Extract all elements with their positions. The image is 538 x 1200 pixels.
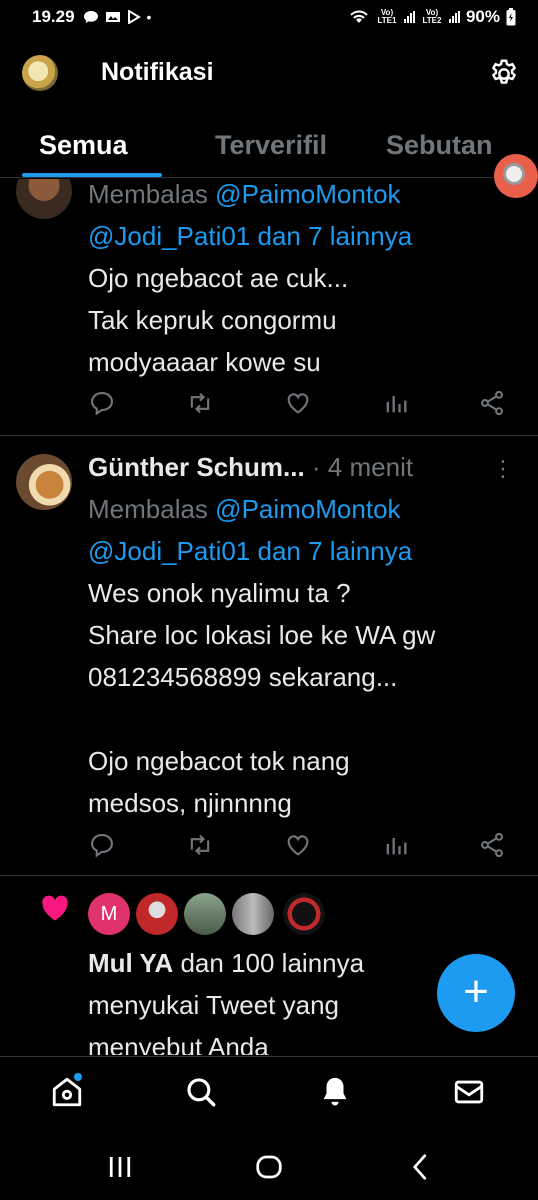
like-line-3: menyebut Anda [88,1032,269,1055]
battery-icon [506,8,516,26]
signal-bars-1-icon [403,11,415,23]
reply-mention-line2[interactable]: @Jodi_Pati01 dan 7 lainnya [88,215,518,257]
liker-avatar[interactable] [184,893,226,935]
tweet-text-line: Ojo ngebacot tok nang [88,746,350,776]
liker-avatar[interactable]: M [88,893,130,935]
views-analytics-icon[interactable] [382,831,410,859]
tweet-body: Membalas @PaimoMontok @Jodi_Pati01 dan 7… [88,179,518,383]
recent-apps-icon[interactable] [105,1152,135,1182]
messages-mail-icon[interactable] [452,1075,486,1109]
tweet-text-line: modyaaaar kowe su [88,347,321,377]
image-icon [105,12,120,22]
reply-context: Membalas @PaimoMontok [88,179,518,215]
profile-avatar[interactable] [22,55,58,91]
compose-tweet-button[interactable]: + [437,954,515,1032]
reply-prefix: Membalas [88,494,208,524]
reply-mention[interactable]: @PaimoMontok [215,179,400,209]
tweet-header: Günther Schum... · 4 menit [88,446,518,488]
tweet-text-line: Share loc lokasi loe ke WA gw [88,620,436,650]
retweet-icon[interactable] [186,831,214,859]
status-more-dot-icon: • [146,9,152,25]
tweet-actions [88,831,508,863]
wifi-icon [350,10,368,23]
battery-percent: 90% [465,7,500,26]
home-unread-dot [74,1073,82,1081]
lte1-label: Vo) LTE1 [377,8,397,25]
page-title: Notifikasi [101,58,214,86]
notification-feed[interactable]: Membalas @PaimoMontok @Jodi_Pati01 dan 7… [0,179,538,1055]
tweet-author-avatar[interactable] [16,454,72,510]
settings-gear-icon[interactable] [488,58,520,90]
header: Notifikasi [0,46,538,102]
author-name[interactable]: Günther Schum... [88,452,305,482]
retweet-icon[interactable] [186,389,214,417]
like-heart-icon[interactable] [284,389,312,417]
android-navigation-bar [0,1126,538,1200]
reply-mention-line2[interactable]: @Jodi_Pati01 dan 7 lainnya [88,530,518,572]
tweet-text-line: Tak kepruk congormu [88,305,337,335]
like-line-1: Mul YA dan 100 lainnya [88,942,364,984]
tweet-actions [88,389,508,421]
play-store-icon [127,10,141,24]
status-right: Vo) LTE1 Vo) LTE2 90% [348,7,516,27]
like-heart-icon[interactable] [284,831,312,859]
tweet-body: Günther Schum... · 4 menit Membalas @Pai… [88,446,518,824]
liker-avatar[interactable] [232,893,274,935]
reply-prefix: Membalas [88,179,208,209]
like-notification-text: Mul YA dan 100 lainnya menyukai Tweet ya… [88,942,364,1055]
liker-avatar[interactable] [136,893,178,935]
lte2-label: Vo) LTE2 [422,8,442,25]
reply-icon[interactable] [88,831,116,859]
tab-terverifikasi[interactable]: Terverifil [215,130,327,161]
tweet-text-line: Ojo ngebacot ae cuk... [88,263,349,293]
like-heart-filled-icon [42,895,68,921]
notification-tabs: Semua Terverifil Sebutan [0,118,538,178]
tweet-text-line: 081234568899 sekarang... [88,662,398,692]
chat-bubble-icon [83,11,98,23]
status-time: 19.29 [32,7,75,26]
home-button-icon[interactable] [254,1152,284,1182]
tweet-text-line: Wes onok nyalimu ta ? [88,578,351,608]
active-tab-indicator [22,173,162,177]
tweet-item[interactable]: Membalas @PaimoMontok @Jodi_Pati01 dan 7… [0,179,538,436]
liker-name[interactable]: Mul YA [88,948,173,978]
bottom-navigation [0,1056,538,1126]
share-icon[interactable] [478,389,506,417]
views-analytics-icon[interactable] [382,389,410,417]
tab-semua[interactable]: Semua [39,130,128,161]
status-bar: 19.29 • Vo) LTE1 Vo) LTE2 90% [0,0,538,34]
liker-avatar[interactable] [283,893,325,935]
tweet-text-line: medsos, njinnnng [88,788,292,818]
like-others: dan 100 lainnya [173,948,365,978]
status-notification-icons: • [83,9,152,25]
tweet-time: · 4 menit [311,452,414,482]
tweet-author-avatar[interactable] [16,179,72,219]
signal-bars-2-icon [448,11,460,23]
reply-mention[interactable]: @PaimoMontok [215,494,400,524]
like-line-2: menyukai Tweet yang [88,990,339,1020]
search-icon[interactable] [184,1075,218,1109]
tweet-item[interactable]: ⋮ Günther Schum... · 4 menit Membalas @P… [0,436,538,876]
notifications-bell-icon[interactable] [318,1075,352,1109]
tab-sebutan[interactable]: Sebutan [386,130,493,161]
reply-context: Membalas @PaimoMontok [88,488,518,530]
share-icon[interactable] [478,831,506,859]
tweet-text-line [88,698,518,740]
back-icon[interactable] [406,1152,436,1182]
reply-icon[interactable] [88,389,116,417]
